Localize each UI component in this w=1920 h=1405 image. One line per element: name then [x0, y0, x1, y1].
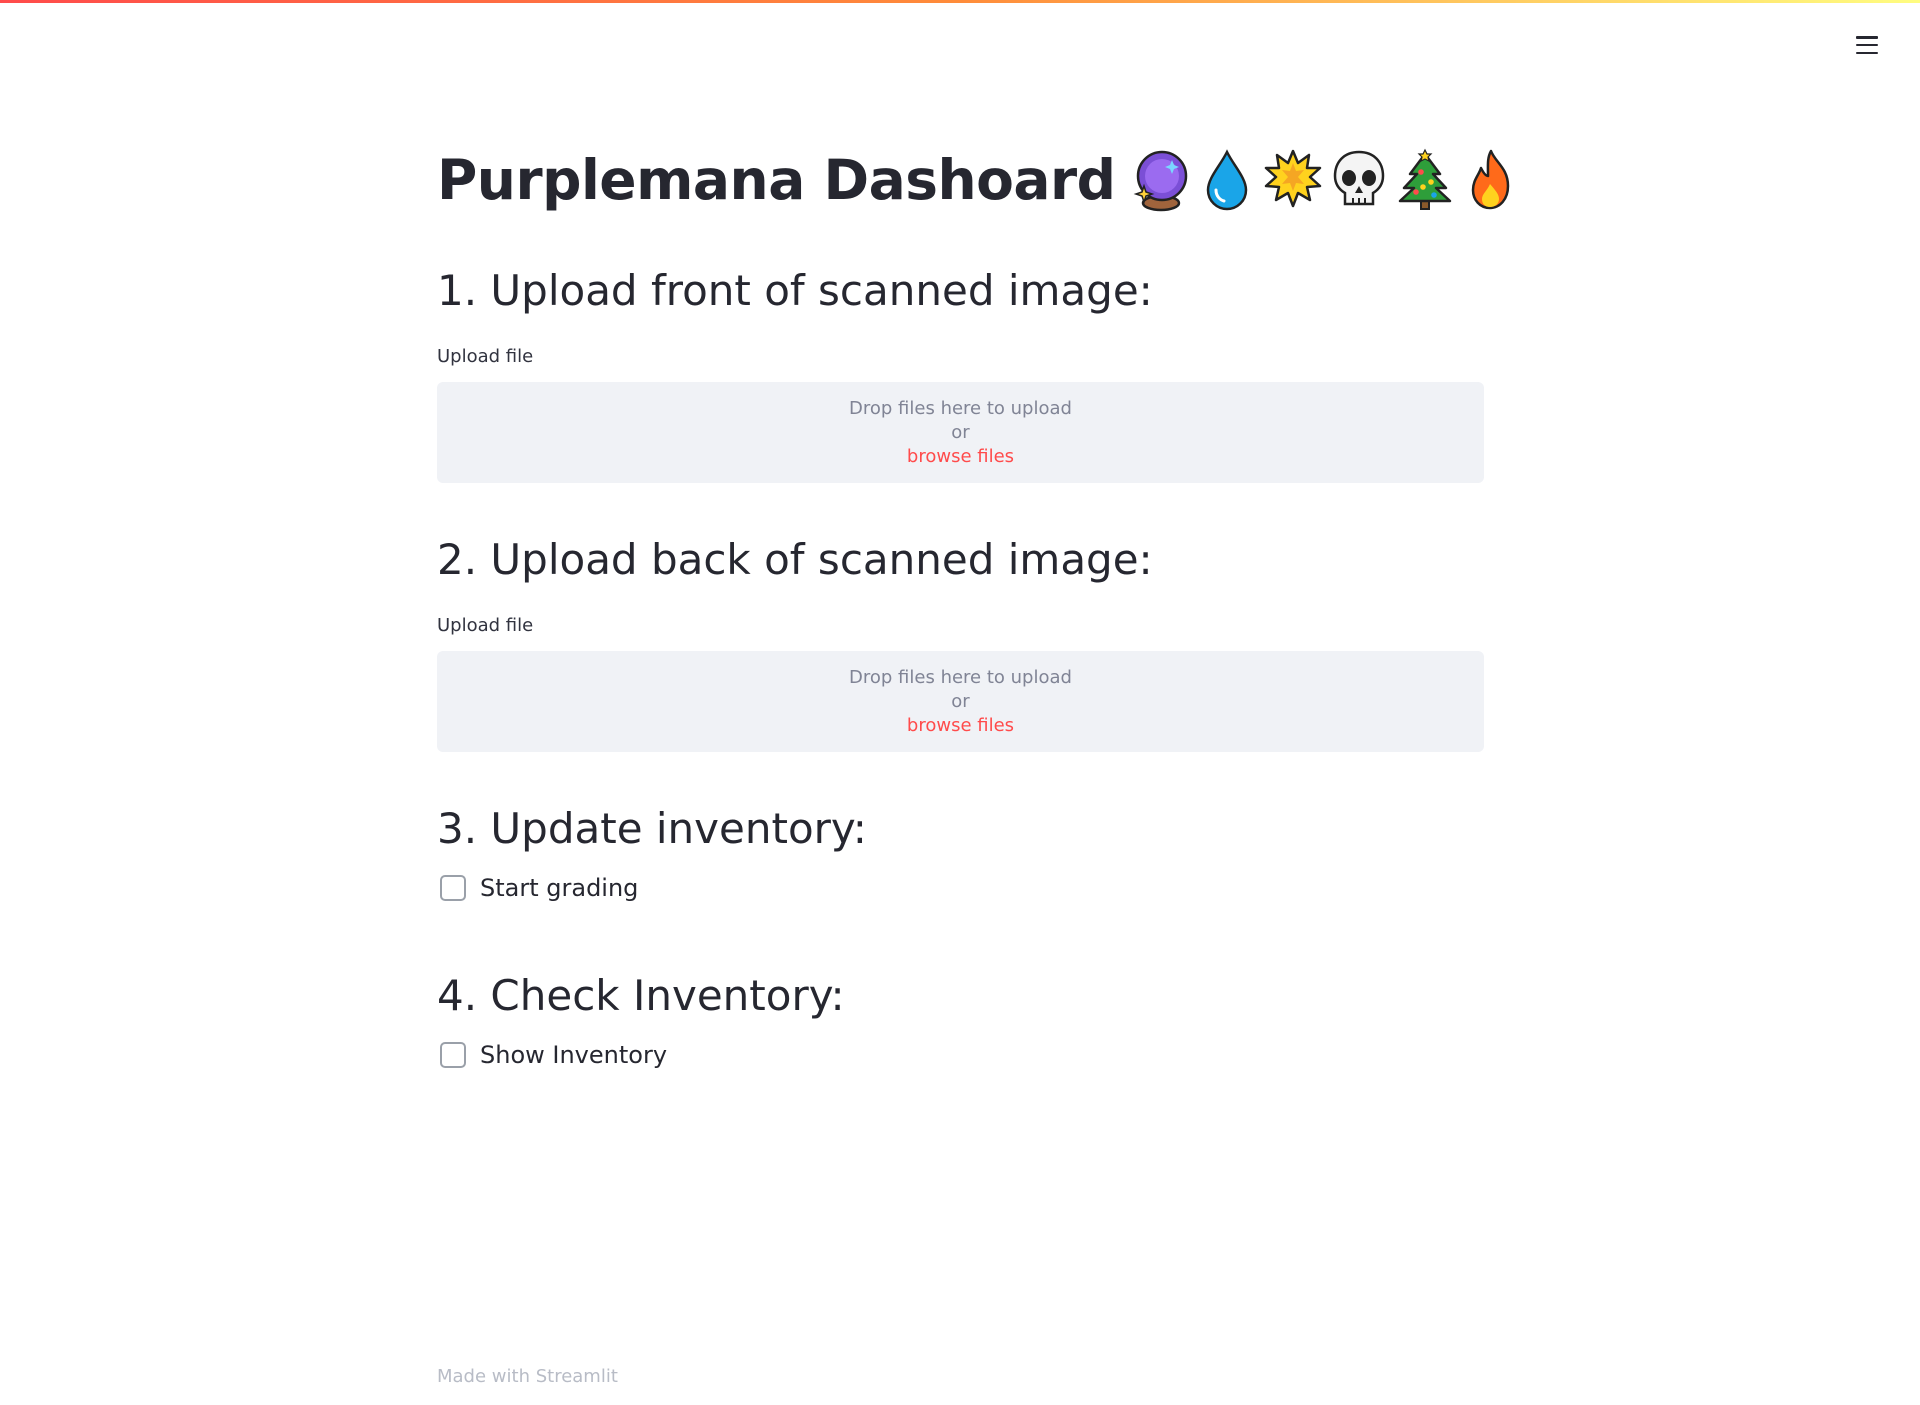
section-header-check-inventory: 4. Check Inventory:	[437, 971, 845, 1020]
checkbox-box[interactable]	[440, 875, 466, 901]
dropzone-or-text: or	[951, 421, 970, 443]
dropzone-instructions: Drop files here to upload	[849, 666, 1072, 688]
upload-back-label: Upload file	[437, 615, 534, 636]
checkbox-label: Show Inventory	[480, 1041, 668, 1069]
page-title-text: Purplemana Dashoard	[437, 148, 1116, 212]
show-inventory-checkbox[interactable]: Show Inventory	[437, 1041, 667, 1069]
section-header-update-inventory: 3. Update inventory:	[437, 804, 867, 853]
footer-streamlit-link[interactable]: Streamlit	[536, 1366, 618, 1387]
skull-icon	[1330, 148, 1388, 212]
start-grading-checkbox[interactable]: Start grading	[437, 874, 638, 902]
checkbox-label: Start grading	[480, 874, 639, 902]
browse-files-link[interactable]: browse files	[907, 714, 1014, 738]
footer: Made with Streamlit	[437, 1366, 618, 1387]
christmas-tree-icon	[1396, 148, 1454, 212]
hamburger-menu-icon	[1856, 36, 1878, 54]
footer-prefix: Made with	[437, 1366, 530, 1387]
upload-front-dropzone[interactable]: Drop files here to upload or browse file…	[437, 382, 1484, 483]
top-decoration-bar	[0, 0, 1920, 3]
explosion-icon	[1264, 148, 1322, 212]
crystal-ball-icon	[1132, 148, 1190, 212]
section-header-upload-back: 2. Upload back of scanned image:	[437, 535, 1153, 584]
page-title: Purplemana Dashoard	[437, 148, 1520, 212]
upload-front-label: Upload file	[437, 346, 534, 367]
checkbox-box[interactable]	[440, 1042, 466, 1068]
droplet-icon	[1198, 148, 1256, 212]
browse-files-link[interactable]: browse files	[907, 445, 1014, 469]
title-emoji-row	[1132, 148, 1520, 212]
dropzone-or-text: or	[951, 690, 970, 712]
fire-icon	[1462, 148, 1520, 212]
dropzone-instructions: Drop files here to upload	[849, 397, 1072, 419]
section-header-upload-front: 1. Upload front of scanned image:	[437, 266, 1153, 315]
upload-back-dropzone[interactable]: Drop files here to upload or browse file…	[437, 651, 1484, 752]
main-menu-button[interactable]	[1850, 28, 1884, 62]
